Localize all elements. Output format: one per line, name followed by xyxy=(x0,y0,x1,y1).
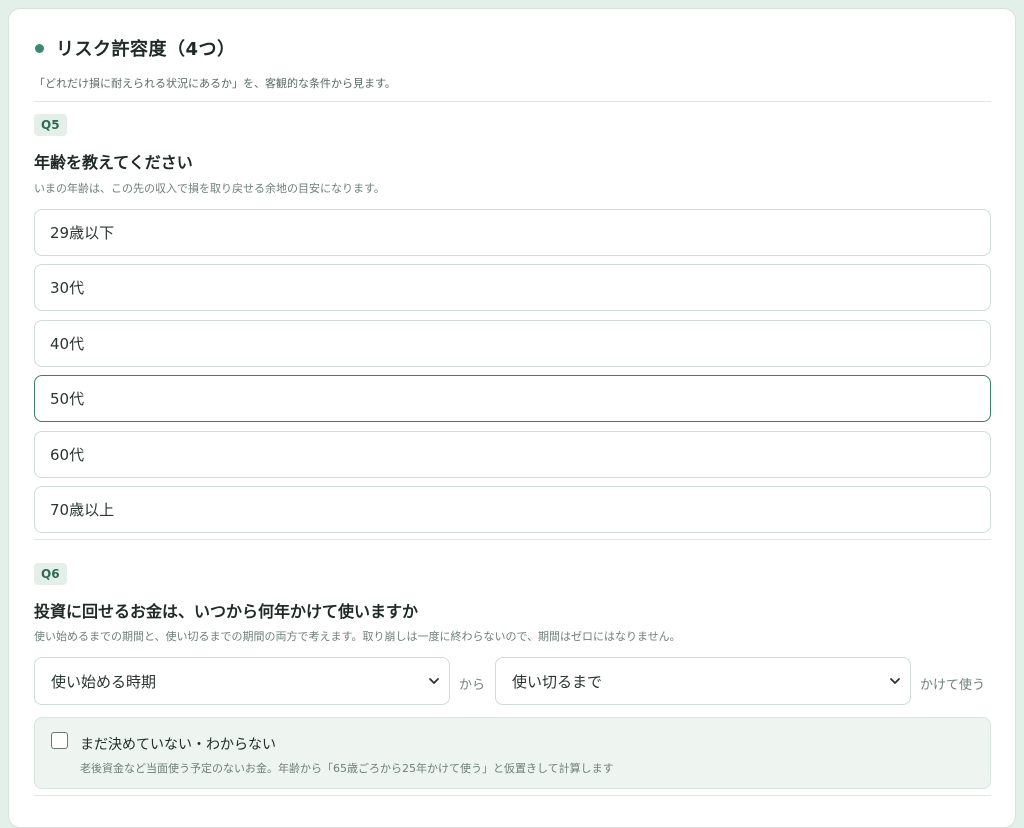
age-option-40s[interactable]: 40代 xyxy=(34,320,991,367)
age-option-29-under[interactable]: 29歳以下 xyxy=(34,209,991,256)
q6-help: 使い始めるまでの期間と、使い切るまでの期間の両方で考えます。取り崩しは一度に終わ… xyxy=(34,630,681,643)
suffix-label: かけて使う xyxy=(920,678,986,693)
dot-icon xyxy=(35,43,44,53)
divider xyxy=(34,795,991,796)
risk-tolerance-card: リスク許容度（4つ） 「どれだけ損に耐えられる状況にあるか」を、客観的な条件から… xyxy=(8,8,1016,828)
duration-value: 使い切るまで xyxy=(512,672,603,691)
divider xyxy=(34,101,991,102)
section-title: リスク許容度（4つ） xyxy=(35,35,236,61)
age-option-30s[interactable]: 30代 xyxy=(34,264,991,311)
option-label: 50代 xyxy=(50,390,85,408)
q6-badge: Q6 xyxy=(34,563,67,585)
option-label: 40代 xyxy=(50,335,85,353)
start-timing-value: 使い始める時期 xyxy=(51,672,157,691)
q5-title: 年齢を教えてください xyxy=(34,153,193,172)
chevron-down-icon xyxy=(429,678,439,684)
undecided-checkbox[interactable] xyxy=(51,732,68,749)
from-label: から xyxy=(459,678,486,693)
age-option-60s[interactable]: 60代 xyxy=(34,431,991,478)
age-option-50s[interactable]: 50代 xyxy=(34,375,991,422)
divider xyxy=(34,539,991,540)
option-label: 60代 xyxy=(50,446,85,464)
section-title-text: リスク許容度（4つ） xyxy=(56,39,236,60)
duration-select[interactable]: 使い切るまで xyxy=(495,657,911,705)
option-label: 70歳以上 xyxy=(50,501,115,519)
option-label: 29歳以下 xyxy=(50,224,115,242)
undecided-label: まだ決めていない・わからない xyxy=(80,737,276,753)
start-timing-select[interactable]: 使い始める時期 xyxy=(34,657,450,705)
q5-help: いまの年齢は、この先の収入で損を取り戻せる余地の目安になります。 xyxy=(34,182,385,195)
undecided-option[interactable]: まだ決めていない・わからない 老後資金など当面使う予定のないお金。年齢から「65… xyxy=(34,717,991,789)
q6-title: 投資に回せるお金は、いつから何年かけて使いますか xyxy=(34,602,419,621)
q5-badge: Q5 xyxy=(34,114,67,136)
section-description: 「どれだけ損に耐えられる状況にあるか」を、客観的な条件から見ます。 xyxy=(34,77,396,90)
age-option-70-over[interactable]: 70歳以上 xyxy=(34,486,991,533)
option-label: 30代 xyxy=(50,279,85,297)
undecided-help: 老後資金など当面使う予定のないお金。年齢から「65歳ごろから25年かけて使う」と… xyxy=(80,762,614,775)
chevron-down-icon xyxy=(890,678,900,684)
